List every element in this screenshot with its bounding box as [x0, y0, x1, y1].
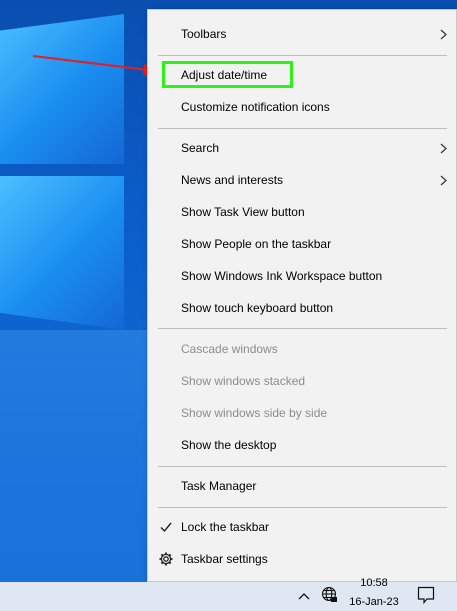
gear-icon	[159, 552, 173, 566]
menu-item-label: News and interests	[181, 173, 284, 187]
menu-separator	[158, 328, 447, 329]
menu-item-label: Cascade windows	[181, 342, 278, 356]
menu-item-show-touch-keyboard[interactable]: Show touch keyboard button	[148, 293, 456, 323]
chevron-right-icon	[440, 29, 447, 40]
menu-item-label: Show touch keyboard button	[181, 301, 334, 315]
wallpaper-logo-pane-bottom	[0, 176, 124, 330]
menu-item-label: Show People on the taskbar	[181, 237, 332, 251]
taskbar-context-menu: Toolbars Adjust date/time Customize noti…	[147, 9, 457, 582]
menu-item-label: Task Manager	[181, 479, 257, 493]
menu-item-show-windows-ink[interactable]: Show Windows Ink Workspace button	[148, 261, 456, 291]
chevron-right-icon	[440, 143, 447, 154]
wallpaper-logo-pane-top	[0, 14, 124, 164]
menu-item-label: Show the desktop	[181, 438, 277, 452]
menu-item-news-and-interests[interactable]: News and interests	[148, 165, 456, 195]
checkmark-icon	[160, 522, 172, 533]
menu-separator	[158, 507, 447, 508]
taskbar[interactable]: 10:58 16-Jan-23	[0, 577, 457, 611]
menu-item-taskbar-settings[interactable]: Taskbar settings	[148, 544, 456, 574]
desktop: Toolbars Adjust date/time Customize noti…	[0, 0, 457, 611]
menu-item-show-task-view-button[interactable]: Show Task View button	[148, 197, 456, 227]
notification-icon	[417, 586, 435, 605]
menu-item-cascade-windows: Cascade windows	[148, 334, 456, 364]
menu-separator	[158, 466, 447, 467]
menu-item-label: Search	[181, 141, 220, 155]
menu-item-label: Show Windows Ink Workspace button	[181, 269, 383, 283]
chevron-up-icon	[298, 593, 310, 600]
menu-item-show-windows-side-by-side: Show windows side by side	[148, 398, 456, 428]
menu-item-label: Show windows stacked	[181, 374, 306, 388]
menu-item-label: Taskbar settings	[181, 552, 268, 566]
annotation-arrow	[32, 55, 160, 76]
menu-item-label: Toolbars	[181, 27, 227, 41]
menu-separator	[158, 55, 447, 56]
menu-item-show-people[interactable]: Show People on the taskbar	[148, 229, 456, 259]
menu-item-task-manager[interactable]: Task Manager	[148, 471, 456, 501]
action-center-button[interactable]	[416, 582, 436, 611]
show-hidden-icons-button[interactable]	[296, 582, 312, 611]
menu-item-adjust-date-time[interactable]: Adjust date/time	[148, 60, 456, 90]
menu-item-search[interactable]: Search	[148, 133, 456, 163]
menu-item-customize-notification-icons[interactable]: Customize notification icons	[148, 92, 456, 122]
globe-icon	[321, 586, 337, 602]
menu-item-lock-the-taskbar[interactable]: Lock the taskbar	[148, 512, 456, 542]
menu-item-label: Show windows side by side	[181, 406, 328, 420]
menu-separator	[158, 128, 447, 129]
menu-item-label: Customize notification icons	[181, 100, 330, 114]
clock-date: 16-Jan-23	[349, 596, 399, 608]
menu-item-toolbars[interactable]: Toolbars	[148, 19, 456, 49]
wallpaper-glow	[0, 330, 160, 580]
menu-item-label: Show Task View button	[181, 205, 305, 219]
chevron-right-icon	[440, 175, 447, 186]
menu-item-label: Lock the taskbar	[181, 520, 270, 534]
clock-time: 10:58	[360, 577, 388, 589]
menu-item-label: Adjust date/time	[181, 68, 268, 82]
menu-item-show-windows-stacked: Show windows stacked	[148, 366, 456, 396]
clock-button[interactable]: 10:58 16-Jan-23	[344, 577, 404, 611]
network-button[interactable]	[320, 582, 338, 611]
menu-item-show-the-desktop[interactable]: Show the desktop	[148, 430, 456, 460]
